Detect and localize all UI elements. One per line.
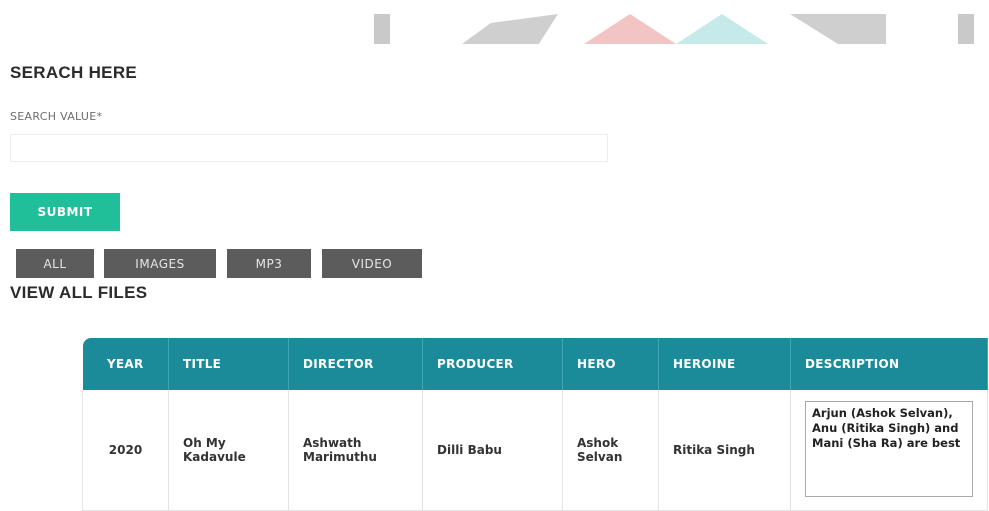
cell-description: Arjun (Ashok Selvan), Anu (Ritika Singh)… bbox=[790, 390, 988, 511]
header-decoration bbox=[584, 14, 676, 44]
header-decoration bbox=[958, 14, 974, 44]
files-heading: VIEW ALL FILES bbox=[10, 283, 148, 302]
header-decoration bbox=[790, 14, 886, 44]
column-header-year: YEAR bbox=[82, 338, 169, 390]
submit-button[interactable]: SUBMIT bbox=[10, 193, 120, 231]
cell-year: 2020 bbox=[82, 390, 169, 511]
search-input[interactable] bbox=[10, 134, 608, 162]
column-header-hero: HERO bbox=[562, 338, 659, 390]
table-row: 2020 Oh My Kadavule Ashwath Marimuthu Di… bbox=[82, 390, 988, 511]
column-header-director: DIRECTOR bbox=[288, 338, 423, 390]
description-textarea[interactable]: Arjun (Ashok Selvan), Anu (Ritika Singh)… bbox=[805, 400, 973, 497]
column-header-title: TITLE bbox=[168, 338, 289, 390]
column-header-description: DESCRIPTION bbox=[790, 338, 988, 390]
filter-images-button[interactable]: IMAGES bbox=[104, 249, 216, 278]
filter-mp3-button[interactable]: MP3 bbox=[227, 249, 311, 278]
cell-hero: Ashok Selvan bbox=[562, 390, 659, 511]
column-header-producer: PRODUCER bbox=[422, 338, 563, 390]
filter-video-button[interactable]: VIDEO bbox=[322, 249, 422, 278]
cell-producer: Dilli Babu bbox=[422, 390, 563, 511]
cell-heroine: Ritika Singh bbox=[658, 390, 791, 511]
header-decoration bbox=[374, 14, 390, 44]
files-table: YEAR TITLE DIRECTOR PRODUCER HERO HEROIN… bbox=[82, 338, 988, 511]
search-heading: SERACH HERE bbox=[10, 63, 138, 82]
search-value-label: SEARCH VALUE* bbox=[10, 110, 103, 123]
header-decoration bbox=[676, 14, 768, 44]
header-decoration bbox=[462, 14, 558, 44]
column-header-heroine: HEROINE bbox=[658, 338, 791, 390]
table-header-row: YEAR TITLE DIRECTOR PRODUCER HERO HEROIN… bbox=[82, 338, 988, 390]
filter-all-button[interactable]: ALL bbox=[16, 249, 94, 278]
cell-title: Oh My Kadavule bbox=[168, 390, 289, 511]
cell-director: Ashwath Marimuthu bbox=[288, 390, 423, 511]
